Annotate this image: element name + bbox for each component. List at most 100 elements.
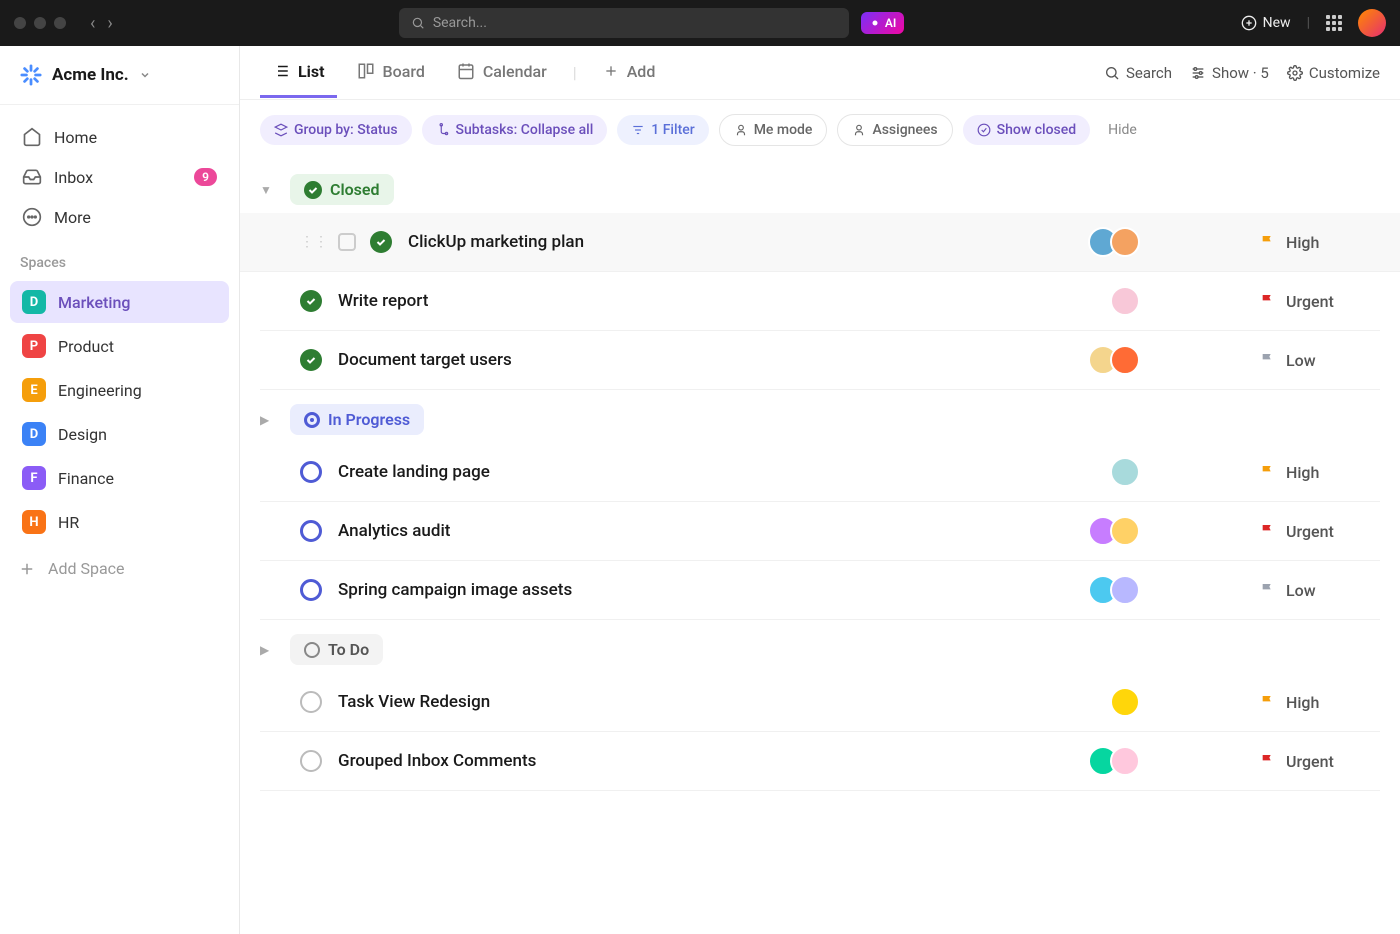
task-status-icon[interactable] <box>370 231 392 253</box>
chip-assignees[interactable]: Assignees <box>837 114 952 146</box>
task-status-icon[interactable] <box>300 290 322 312</box>
plus-icon <box>18 560 36 578</box>
task-name: Create landing page <box>338 462 1110 482</box>
task-status-icon[interactable] <box>300 461 322 483</box>
priority[interactable]: Urgent <box>1260 752 1380 771</box>
group-header-progress: ▶ In Progress <box>260 404 1380 435</box>
space-item-hr[interactable]: HHR <box>10 501 229 543</box>
status-pill[interactable]: To Do <box>290 634 383 665</box>
sidebar: Acme Inc. Home Inbox 9 More Spaces DMark… <box>0 46 240 934</box>
space-item-marketing[interactable]: DMarketing <box>10 281 229 323</box>
tab-calendar[interactable]: Calendar <box>445 48 559 98</box>
flag-icon <box>1260 753 1276 769</box>
avatar[interactable] <box>1110 227 1140 257</box>
assignees[interactable] <box>1088 575 1140 605</box>
avatar[interactable] <box>1110 746 1140 776</box>
group-name: Closed <box>330 180 380 199</box>
sliders-icon <box>1190 65 1206 81</box>
space-label: HR <box>58 513 79 532</box>
nav-home[interactable]: Home <box>12 117 227 157</box>
priority[interactable]: Low <box>1260 351 1380 370</box>
avatar[interactable] <box>1110 345 1140 375</box>
hide-button[interactable]: Hide <box>1108 122 1137 138</box>
add-space-button[interactable]: Add Space <box>0 549 239 588</box>
task-row[interactable]: Grouped Inbox CommentsUrgent <box>260 732 1380 791</box>
home-icon <box>22 127 42 147</box>
search-input[interactable]: Search... <box>399 8 849 38</box>
task-status-icon[interactable] <box>300 349 322 371</box>
workspace-switcher[interactable]: Acme Inc. <box>0 46 239 105</box>
nav-forward[interactable]: › <box>107 13 112 34</box>
priority[interactable]: Urgent <box>1260 522 1380 541</box>
priority[interactable]: High <box>1260 463 1380 482</box>
tab-board[interactable]: Board <box>345 48 437 98</box>
avatar[interactable] <box>1110 575 1140 605</box>
toolbar-search[interactable]: Search <box>1104 64 1172 82</box>
assignees[interactable] <box>1088 227 1140 257</box>
task-row[interactable]: Document target users Low <box>260 331 1380 390</box>
titlebar: ‹ › Search... AI New | <box>0 0 1400 46</box>
avatar[interactable] <box>1110 286 1140 316</box>
task-row[interactable]: Write reportUrgent <box>260 272 1380 331</box>
assignees[interactable] <box>1110 286 1140 316</box>
assignees[interactable] <box>1088 746 1140 776</box>
task-row[interactable]: Spring campaign image assetsLow <box>260 561 1380 620</box>
space-item-engineering[interactable]: EEngineering <box>10 369 229 411</box>
group-toggle[interactable]: ▶ <box>260 643 278 657</box>
task-row[interactable]: Analytics auditUrgent <box>260 502 1380 561</box>
task-status-icon[interactable] <box>300 750 322 772</box>
chip-filter[interactable]: 1 Filter <box>617 115 708 145</box>
group-toggle[interactable]: ▶ <box>260 413 278 427</box>
task-name: Document target users <box>338 350 1088 370</box>
task-checkbox[interactable] <box>338 233 356 251</box>
chip-me-mode[interactable]: Me mode <box>719 114 828 146</box>
task-row[interactable]: ⋮⋮ ClickUp marketing plan High <box>240 213 1400 272</box>
user-avatar[interactable] <box>1358 9 1386 37</box>
filter-bar: Group by: Status Subtasks: Collapse all … <box>240 100 1400 160</box>
apps-icon[interactable] <box>1326 15 1342 31</box>
avatar[interactable] <box>1110 687 1140 717</box>
status-pill[interactable]: In Progress <box>290 404 424 435</box>
nav-more[interactable]: More <box>12 197 227 237</box>
window-controls[interactable] <box>14 17 66 29</box>
group-name: To Do <box>328 640 369 659</box>
drag-handle[interactable]: ⋮⋮ <box>300 234 328 250</box>
space-item-product[interactable]: PProduct <box>10 325 229 367</box>
assignees[interactable] <box>1110 687 1140 717</box>
avatar[interactable] <box>1110 516 1140 546</box>
toolbar-show[interactable]: Show · 5 <box>1190 64 1269 82</box>
tab-add[interactable]: Add <box>591 48 668 98</box>
task-row[interactable]: Task View RedesignHigh <box>260 673 1380 732</box>
priority[interactable]: High <box>1260 233 1380 252</box>
more-icon <box>22 207 42 227</box>
assignees[interactable] <box>1110 457 1140 487</box>
status-pill[interactable]: Closed <box>290 174 394 205</box>
task-status-icon[interactable] <box>300 579 322 601</box>
task-status-icon[interactable] <box>300 520 322 542</box>
tab-list[interactable]: List <box>260 48 337 98</box>
group-toggle[interactable]: ▼ <box>260 183 278 197</box>
chip-subtasks[interactable]: Subtasks: Collapse all <box>422 115 608 145</box>
new-button[interactable]: New <box>1241 15 1291 31</box>
space-item-design[interactable]: DDesign <box>10 413 229 455</box>
priority[interactable]: Low <box>1260 581 1380 600</box>
flag-icon <box>1260 234 1276 250</box>
space-item-finance[interactable]: FFinance <box>10 457 229 499</box>
task-name: ClickUp marketing plan <box>408 232 1088 252</box>
priority[interactable]: Urgent <box>1260 292 1380 311</box>
nav-inbox[interactable]: Inbox 9 <box>12 157 227 197</box>
assignees[interactable] <box>1088 345 1140 375</box>
task-status-icon[interactable] <box>300 691 322 713</box>
assignees[interactable] <box>1088 516 1140 546</box>
chip-show-closed[interactable]: Show closed <box>963 115 1090 145</box>
task-row[interactable]: Create landing page High <box>260 443 1380 502</box>
ai-badge[interactable]: AI <box>861 12 904 34</box>
filter-icon <box>631 123 645 137</box>
priority[interactable]: High <box>1260 693 1380 712</box>
space-icon: E <box>22 378 46 402</box>
sparkle-icon <box>869 17 881 29</box>
nav-back[interactable]: ‹ <box>90 13 95 34</box>
avatar[interactable] <box>1110 457 1140 487</box>
chip-group-by[interactable]: Group by: Status <box>260 115 412 145</box>
toolbar-customize[interactable]: Customize <box>1287 64 1380 82</box>
